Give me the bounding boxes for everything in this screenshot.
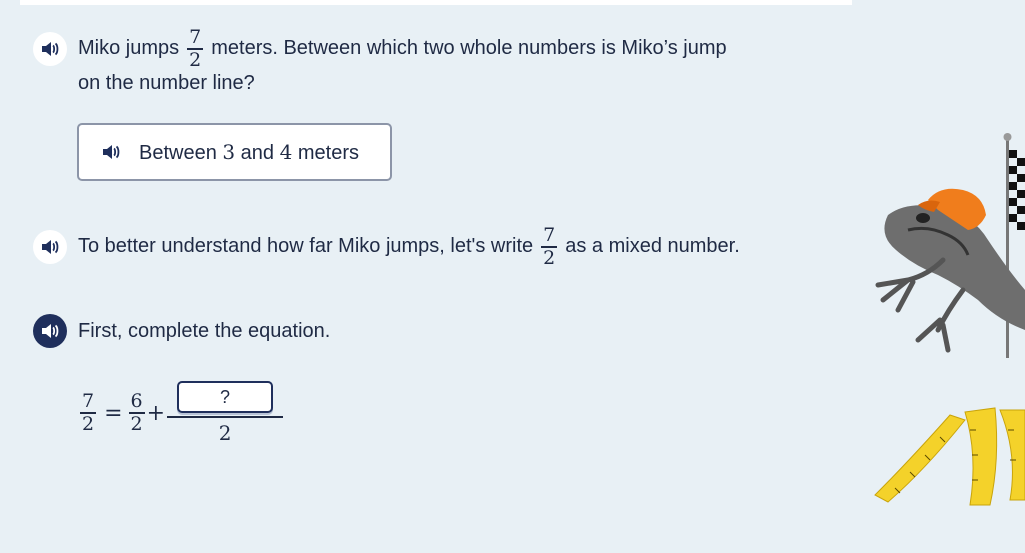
measuring-tape bbox=[874, 407, 1025, 506]
instruction-speaker-button[interactable] bbox=[33, 314, 67, 348]
fraction-numerator: 7 bbox=[189, 26, 202, 48]
hint-line: To better understand how far Miko jumps,… bbox=[33, 226, 740, 268]
question-speaker-button[interactable] bbox=[33, 31, 67, 66]
question-fraction: 7 2 bbox=[187, 26, 204, 71]
speaker-icon bbox=[103, 145, 120, 159]
fraction-denominator: 2 bbox=[82, 412, 95, 435]
question-prefix: Miko jumps bbox=[78, 37, 180, 60]
equation: 7 2 = 6 2 + ? 2 bbox=[76, 378, 284, 448]
fraction-numerator: 7 bbox=[543, 224, 556, 246]
answer-speaker-button[interactable] bbox=[95, 136, 127, 168]
speaker-icon bbox=[42, 239, 59, 254]
answer-choice[interactable]: Between 3 and 4 meters bbox=[77, 123, 392, 181]
top-panel-edge bbox=[20, 0, 852, 5]
instruction-line: First, complete the equation. bbox=[33, 314, 330, 348]
fraction-numerator: 7 bbox=[82, 390, 95, 413]
answer-pre: Between bbox=[139, 141, 223, 164]
answer-post: meters bbox=[292, 141, 360, 164]
answer-number-b: 4 bbox=[279, 139, 293, 164]
instruction-text: First, complete the equation. bbox=[78, 319, 331, 342]
fraction-denominator: 2 bbox=[189, 48, 202, 71]
hint-prefix: To better understand how far Miko jumps,… bbox=[78, 235, 534, 258]
speaker-icon bbox=[42, 324, 59, 338]
fraction-bar bbox=[167, 416, 284, 418]
plus-sign: + bbox=[146, 400, 166, 426]
fraction-denominator: 2 bbox=[543, 246, 556, 269]
equation-term1-fraction: 6 2 bbox=[128, 390, 145, 435]
question-line-2: on the number line? bbox=[78, 72, 255, 94]
fraction-numerator: 6 bbox=[130, 390, 143, 413]
equation-lhs-fraction: 7 2 bbox=[80, 390, 97, 435]
hint-suffix: as a mixed number. bbox=[565, 235, 740, 258]
hint-speaker-button[interactable] bbox=[33, 229, 67, 264]
frog-illustration bbox=[875, 188, 1025, 353]
numerator-input[interactable]: ? bbox=[177, 381, 274, 414]
fraction-denominator: 2 bbox=[130, 412, 143, 435]
fraction-denominator: 2 bbox=[218, 420, 232, 445]
equals-sign: = bbox=[104, 400, 123, 426]
question-suffix: meters. Between which two whole numbers … bbox=[211, 37, 727, 60]
answer-number-a: 3 bbox=[222, 139, 236, 164]
speaker-icon bbox=[42, 41, 59, 56]
question-line-1: Miko jumps 7 2 meters. Between which two… bbox=[33, 28, 727, 70]
answer-mid: and bbox=[235, 141, 280, 164]
equation-term2-fraction: ? 2 bbox=[167, 381, 284, 445]
answer-text: Between 3 and 4 meters bbox=[139, 140, 359, 165]
hint-fraction: 7 2 bbox=[541, 224, 558, 269]
